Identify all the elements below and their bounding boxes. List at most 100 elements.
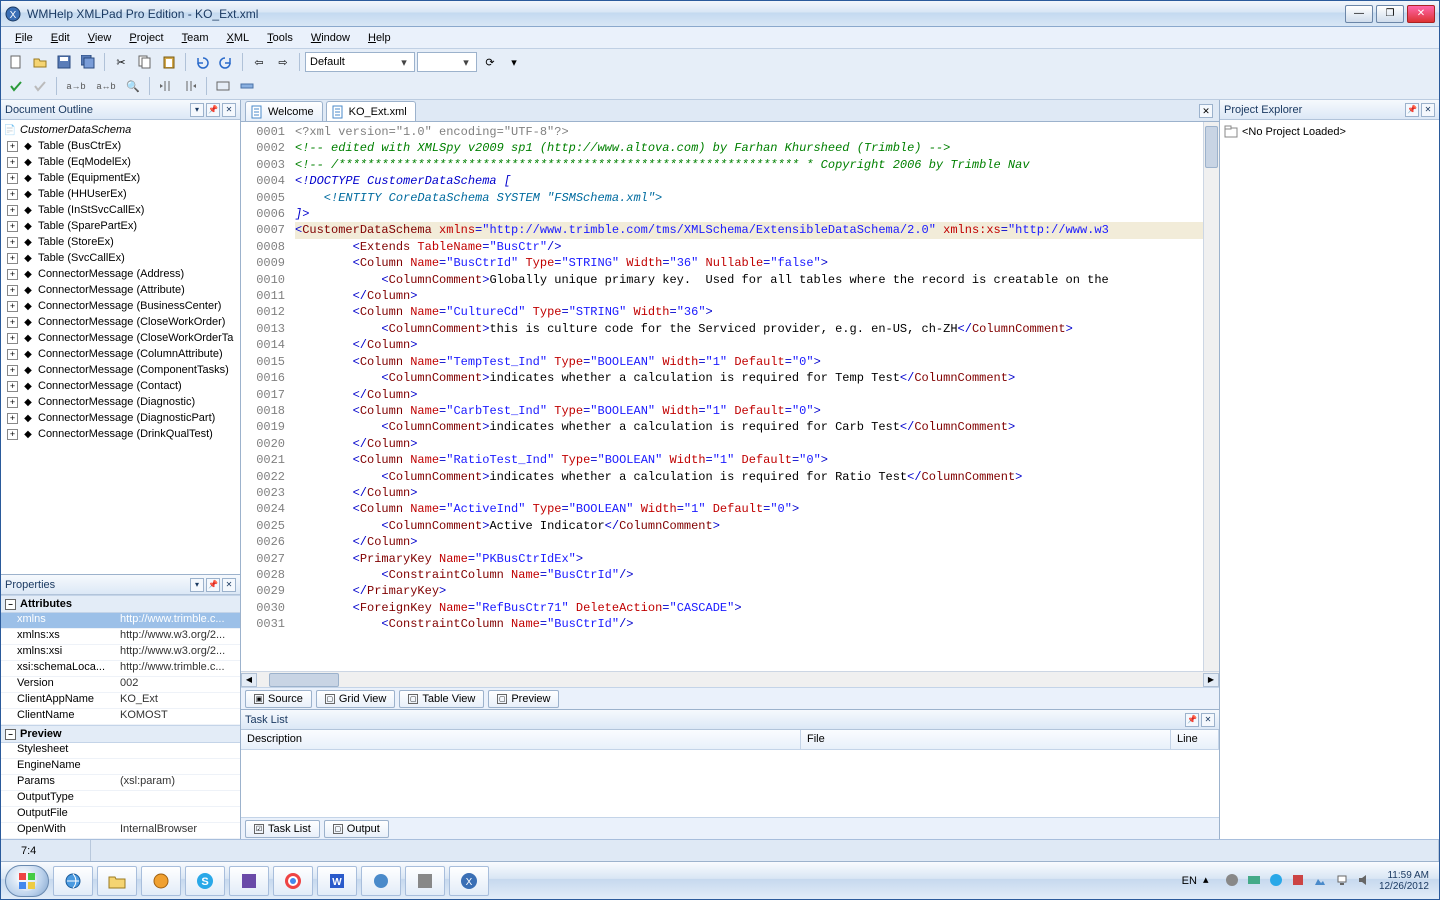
view-tab-source[interactable]: ▣Source xyxy=(245,690,312,708)
menu-tools[interactable]: Tools xyxy=(259,30,301,46)
outdent-icon[interactable] xyxy=(155,75,177,97)
tray-up-icon[interactable]: ▴ xyxy=(1203,873,1219,889)
property-row[interactable]: xmlns:xshttp://www.w3.org/2... xyxy=(1,629,240,645)
validate-icon[interactable] xyxy=(5,75,27,97)
horizontal-scrollbar[interactable]: ◀ ▶ xyxy=(241,671,1219,687)
start-button[interactable] xyxy=(5,865,49,897)
view-tab-grid-view[interactable]: ▢Grid View xyxy=(316,690,395,708)
replace-a-b-icon[interactable]: a↔b xyxy=(92,75,120,97)
maximize-button[interactable]: ❐ xyxy=(1376,5,1404,23)
expand-icon[interactable]: + xyxy=(7,301,18,312)
editor-tab[interactable]: KO_Ext.xml xyxy=(326,101,416,121)
property-row[interactable]: ClientAppNameKO_Ext xyxy=(1,693,240,709)
col-line[interactable]: Line xyxy=(1171,730,1219,749)
refresh-icon[interactable]: ⟳ xyxy=(479,51,501,73)
scroll-left-icon[interactable]: ◀ xyxy=(241,673,257,687)
indent-icon[interactable] xyxy=(179,75,201,97)
find-a-b-icon[interactable]: a→b xyxy=(62,75,90,97)
expand-icon[interactable]: + xyxy=(7,189,18,200)
menu-xml[interactable]: XML xyxy=(219,30,258,46)
taskbar-chrome-icon[interactable] xyxy=(273,866,313,896)
outline-node[interactable]: +◆ConnectorMessage (DiagnosticPart) xyxy=(3,410,238,426)
editor-tab[interactable]: Welcome xyxy=(245,101,323,121)
property-row[interactable]: OutputType xyxy=(1,791,240,807)
tray-icon[interactable] xyxy=(1247,873,1263,889)
taskbar-xmlpad-icon[interactable]: X xyxy=(449,866,489,896)
outline-node[interactable]: +◆Table (EqModelEx) xyxy=(3,154,238,170)
expand-icon[interactable]: + xyxy=(7,285,18,296)
tray-network-icon[interactable] xyxy=(1335,873,1351,889)
expand-icon[interactable]: + xyxy=(7,429,18,440)
col-file[interactable]: File xyxy=(801,730,1171,749)
expand-icon[interactable]: + xyxy=(7,413,18,424)
outline-node[interactable]: +◆ConnectorMessage (Contact) xyxy=(3,378,238,394)
close-button[interactable]: ✕ xyxy=(1407,5,1435,23)
expand-icon[interactable]: + xyxy=(7,205,18,216)
new-file-icon[interactable] xyxy=(5,51,27,73)
scroll-right-icon[interactable]: ▶ xyxy=(1203,673,1219,687)
back-nav-icon[interactable]: ⇦ xyxy=(248,51,270,73)
vertical-scrollbar[interactable] xyxy=(1203,122,1219,671)
save-all-icon[interactable] xyxy=(77,51,99,73)
expand-icon[interactable]: + xyxy=(7,317,18,328)
outline-node[interactable]: +◆ConnectorMessage (Diagnostic) xyxy=(3,394,238,410)
outline-node[interactable]: +◆Table (InStSvcCallEx) xyxy=(3,202,238,218)
dropdown-icon[interactable]: ▾ xyxy=(503,51,525,73)
save-icon[interactable] xyxy=(53,51,75,73)
bottom-tab-output[interactable]: ▢Output xyxy=(324,820,389,838)
taskbar-app-icon[interactable] xyxy=(141,866,181,896)
comment-icon[interactable] xyxy=(212,75,234,97)
outline-node[interactable]: +◆ConnectorMessage (DrinkQualTest) xyxy=(3,426,238,442)
minimize-button[interactable]: — xyxy=(1345,5,1373,23)
property-row[interactable]: OutputFile xyxy=(1,807,240,823)
property-row[interactable]: OpenWithInternalBrowser xyxy=(1,823,240,839)
property-row[interactable]: Version002 xyxy=(1,677,240,693)
expand-icon[interactable]: + xyxy=(7,381,18,392)
property-row[interactable]: xmlns:xsihttp://www.w3.org/2... xyxy=(1,645,240,661)
panel-dropdown-icon[interactable]: ▾ xyxy=(190,578,204,592)
property-row[interactable]: Params(xsl:param) xyxy=(1,775,240,791)
open-file-icon[interactable] xyxy=(29,51,51,73)
expand-icon[interactable]: + xyxy=(7,333,18,344)
project-explorer-tree[interactable]: <No Project Loaded> xyxy=(1220,120,1439,839)
outline-node[interactable]: +◆ConnectorMessage (BusinessCenter) xyxy=(3,298,238,314)
expand-icon[interactable]: + xyxy=(7,173,18,184)
outline-node[interactable]: +◆Table (SvcCallEx) xyxy=(3,250,238,266)
style-combo-2[interactable]: ▾ xyxy=(417,52,477,72)
view-tab-table-view[interactable]: ▢Table View xyxy=(399,690,484,708)
expand-icon[interactable]: + xyxy=(7,141,18,152)
style-combo[interactable]: Default▾ xyxy=(305,52,415,72)
expand-icon[interactable]: + xyxy=(7,365,18,376)
outline-node[interactable]: +◆Table (SparePartEx) xyxy=(3,218,238,234)
outline-root[interactable]: CustomerDataSchema xyxy=(20,124,131,136)
taskbar-app3-icon[interactable] xyxy=(361,866,401,896)
taskbar-explorer-icon[interactable] xyxy=(97,866,137,896)
menu-team[interactable]: Team xyxy=(174,30,217,46)
expand-icon[interactable]: + xyxy=(7,349,18,360)
outline-node[interactable]: +◆ConnectorMessage (ColumnAttribute) xyxy=(3,346,238,362)
panel-close-icon[interactable]: ✕ xyxy=(1421,103,1435,117)
outline-node[interactable]: +◆Table (StoreEx) xyxy=(3,234,238,250)
outline-tree[interactable]: 📄CustomerDataSchema+◆Table (BusCtrEx)+◆T… xyxy=(1,120,240,574)
bottom-tab-task-list[interactable]: ☑Task List xyxy=(245,820,320,838)
expand-icon[interactable]: + xyxy=(7,397,18,408)
outline-node[interactable]: +◆Table (HHUserEx) xyxy=(3,186,238,202)
tray-clock[interactable]: 11:59 AM12/26/2012 xyxy=(1379,870,1429,892)
property-row[interactable]: Stylesheet xyxy=(1,743,240,759)
view-tab-preview[interactable]: ▢Preview xyxy=(488,690,559,708)
expand-icon[interactable]: + xyxy=(7,157,18,168)
paste-icon[interactable] xyxy=(158,51,180,73)
panel-pin-icon[interactable]: 📌 xyxy=(206,103,220,117)
expand-icon[interactable]: + xyxy=(7,221,18,232)
property-row[interactable]: EngineName xyxy=(1,759,240,775)
menu-window[interactable]: Window xyxy=(303,30,358,46)
tray-icon[interactable] xyxy=(1313,873,1329,889)
panel-pin-icon[interactable]: 📌 xyxy=(1185,713,1199,727)
property-row[interactable]: xsi:schemaLoca...http://www.trimble.c... xyxy=(1,661,240,677)
preview-group-header[interactable]: −Preview xyxy=(1,725,240,743)
redo-icon[interactable] xyxy=(215,51,237,73)
attributes-group-header[interactable]: −Attributes xyxy=(1,595,240,613)
menu-view[interactable]: View xyxy=(80,30,120,46)
find-icon[interactable]: 🔍 xyxy=(122,75,144,97)
bookmark-icon[interactable] xyxy=(236,75,258,97)
